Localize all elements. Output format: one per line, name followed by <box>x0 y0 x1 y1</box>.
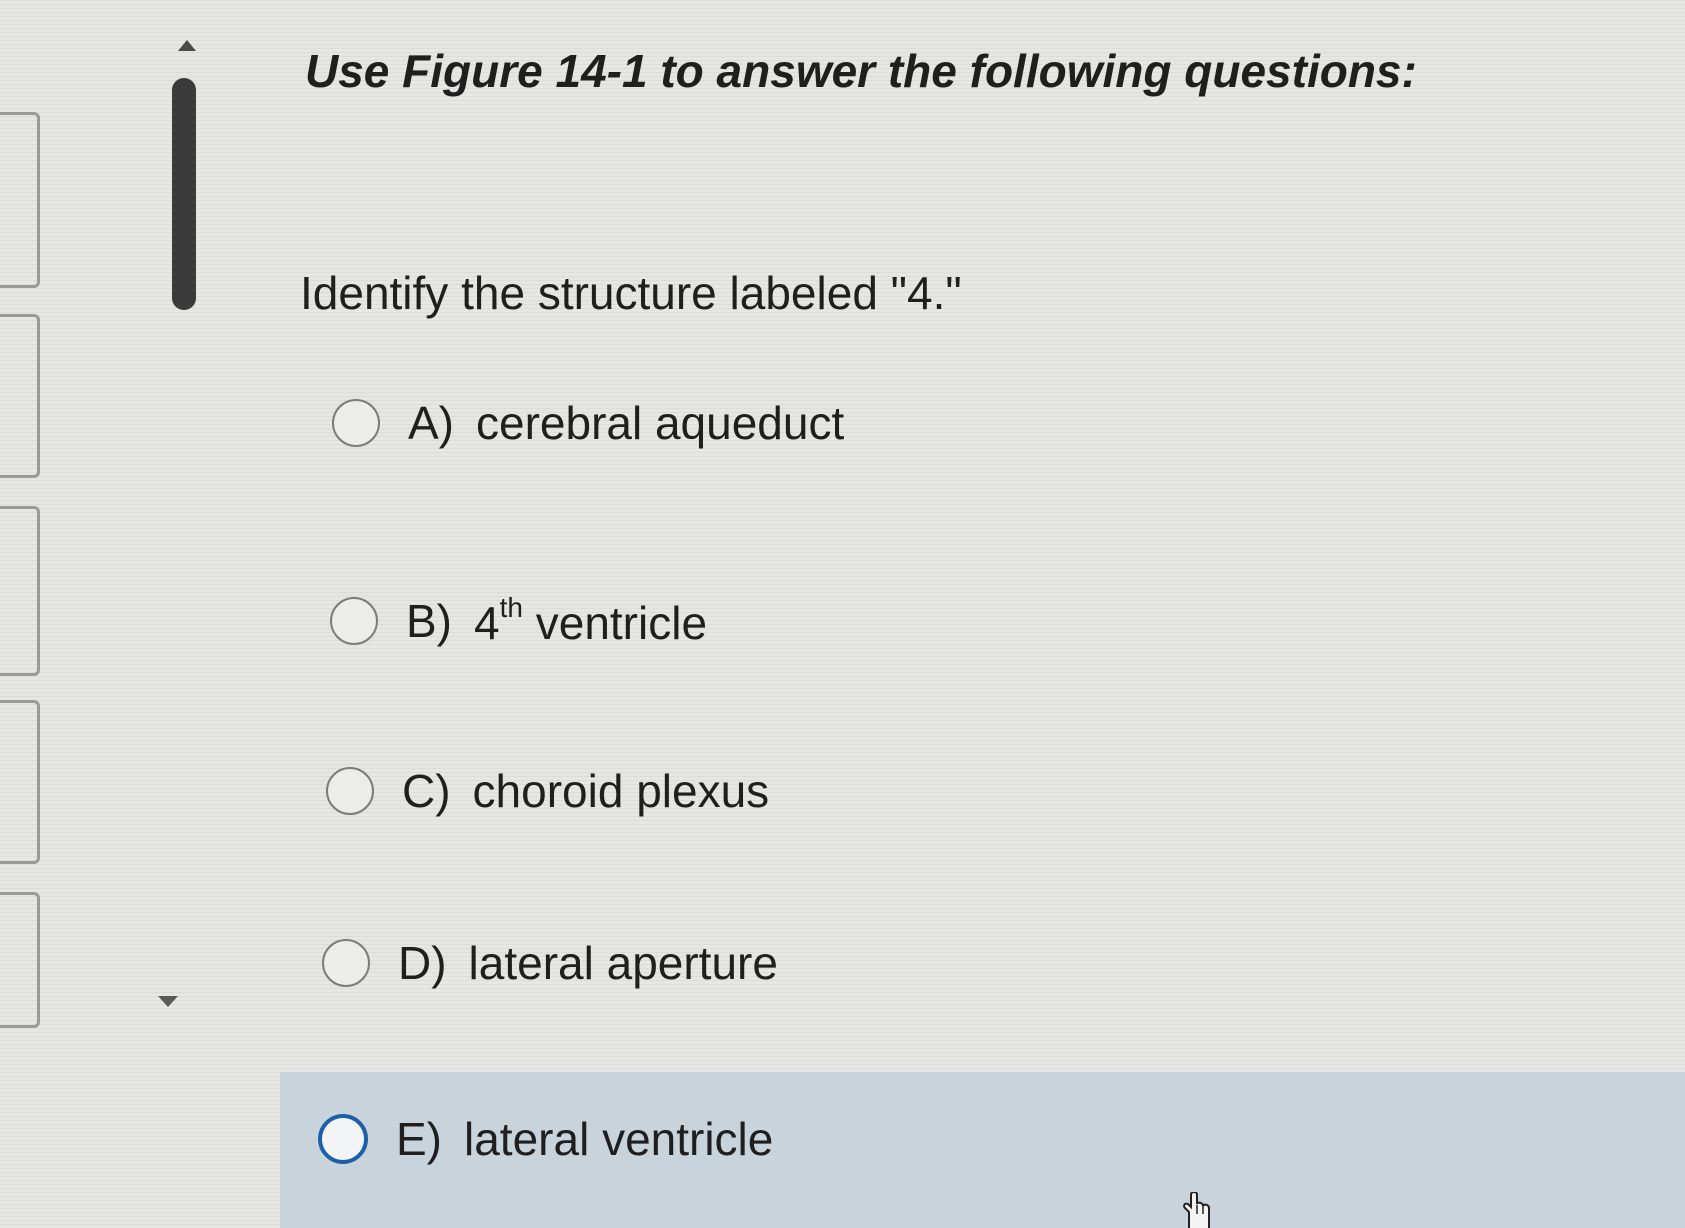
option-text: 4th ventricle <box>474 592 708 649</box>
option-a[interactable]: A) cerebral aqueduct <box>332 396 844 450</box>
option-letter: C) <box>402 765 451 817</box>
side-panel-box[interactable] <box>0 700 40 864</box>
radio-button[interactable] <box>330 597 378 645</box>
side-panel-box[interactable] <box>0 112 40 288</box>
hand-pointer-icon <box>1183 1192 1210 1228</box>
option-c[interactable]: C) choroid plexus <box>326 764 769 818</box>
option-text: cerebral aqueduct <box>476 397 845 449</box>
scroll-up-icon[interactable] <box>178 40 196 51</box>
side-panel-box[interactable] <box>0 314 40 478</box>
option-text: lateral aperture <box>468 937 778 989</box>
radio-button[interactable] <box>318 1114 368 1164</box>
quiz-page: Use Figure 14-1 to answer the following … <box>0 0 1685 1228</box>
radio-button[interactable] <box>332 399 380 447</box>
option-letter: B) <box>406 595 452 647</box>
question-text: Identify the structure labeled "4." <box>300 267 962 319</box>
option-e-row[interactable]: E) lateral ventricle <box>280 1072 1685 1228</box>
section-heading: Use Figure 14-1 to answer the following … <box>305 45 1417 97</box>
radio-button[interactable] <box>322 939 370 987</box>
option-letter: A) <box>408 397 454 449</box>
option-letter: E) <box>396 1113 442 1165</box>
side-panel-box[interactable] <box>0 506 40 676</box>
radio-button[interactable] <box>326 767 374 815</box>
scrollbar-thumb[interactable] <box>172 78 196 310</box>
option-e[interactable]: E) lateral ventricle <box>318 1112 773 1166</box>
scroll-down-icon[interactable] <box>158 996 178 1007</box>
option-text: choroid plexus <box>472 765 770 817</box>
option-letter: D) <box>398 937 447 989</box>
option-text: lateral ventricle <box>464 1113 774 1165</box>
option-b[interactable]: B) 4th ventricle <box>330 592 707 650</box>
option-d[interactable]: D) lateral aperture <box>322 936 778 990</box>
side-panel-box[interactable] <box>0 892 40 1028</box>
